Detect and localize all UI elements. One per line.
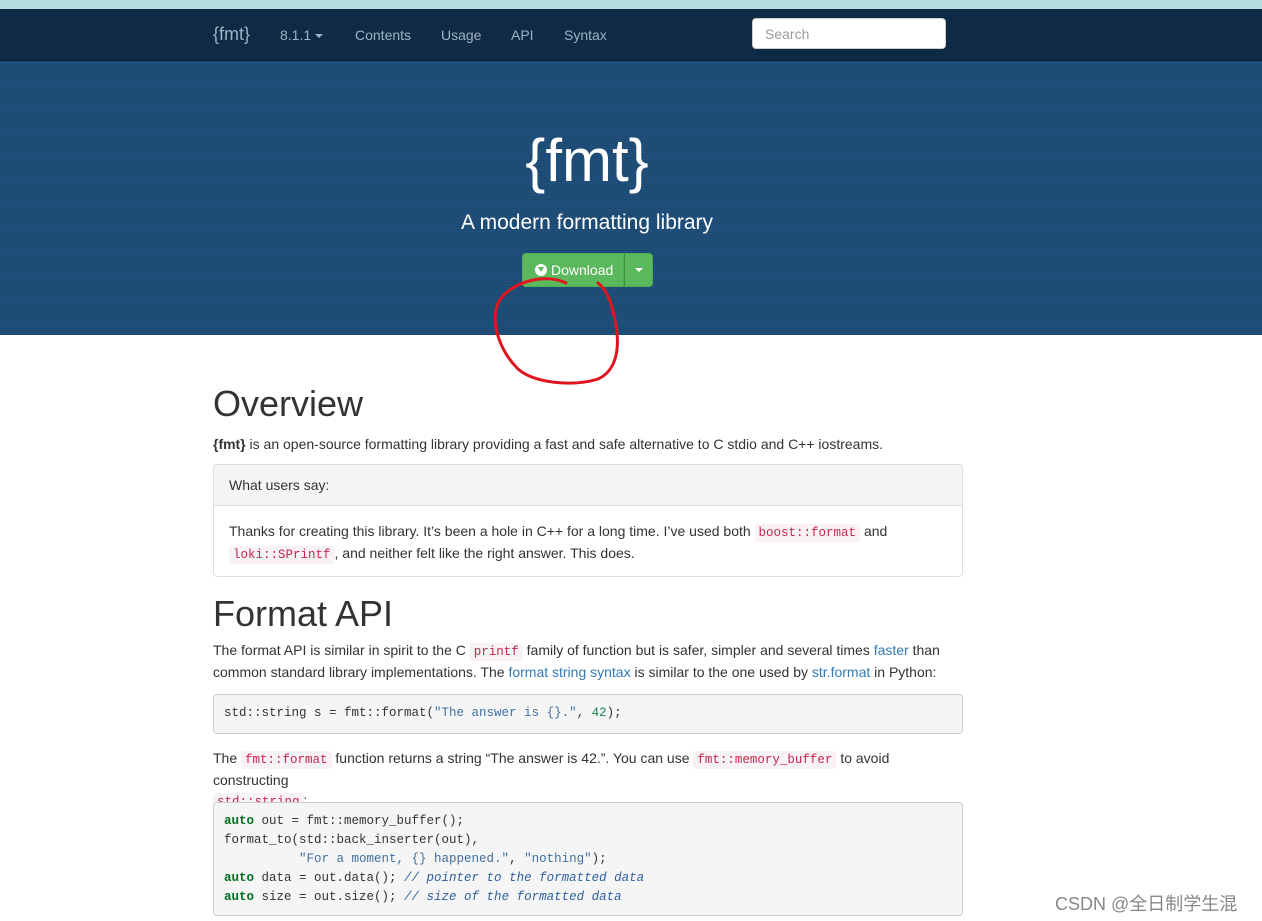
caret-down-icon [315,34,324,39]
code-text: size = out.size(); [254,890,405,904]
inline-code: loki::SPrintf [229,546,335,564]
panel-title: What users say: [214,465,962,506]
text: in Python: [870,664,937,680]
code-keyword: auto [224,814,255,828]
browser-top-strip [0,0,1262,9]
text: is similar to the one used by [630,664,812,680]
format-api-paragraph: The format API is similar in spirit to t… [213,640,963,682]
text: function returns a string “The answer is… [331,750,694,766]
csdn-watermark: CSDN @全日制学生混 [1055,894,1238,914]
overview-lead: {fmt} is an open-source formatting libra… [213,434,963,454]
code-string: "The answer is {}." [434,706,577,720]
code-block-memory-buffer: auto out = fmt::memory_buffer(); format_… [213,802,963,916]
version-dropdown[interactable]: 8.1.1 [280,27,324,43]
hero-subtitle: A modern formatting library [460,211,714,234]
nav-syntax[interactable]: Syntax [564,27,607,43]
testimonial-panel: What users say: Thanks for creating this… [213,464,963,577]
quote-text: and [860,523,888,539]
code-text: std::string s = fmt::format( [224,706,435,720]
format-api-heading: Format API [213,593,394,634]
link-str-format[interactable]: str.format [812,664,870,680]
code-keyword: auto [224,871,255,885]
quote-text: Thanks for creating this library. It’s b… [229,523,755,539]
text: The [213,750,242,766]
link-format-string-syntax[interactable]: format string syntax [508,664,630,680]
overview-heading: Overview [213,383,364,424]
code-text: , [576,706,592,720]
text: family of function but is safer, simpler… [522,642,874,658]
search-input[interactable] [752,18,946,49]
text: common standard library implementations.… [213,664,509,680]
code-text: , [509,852,525,866]
text: The format API is similar in spirit to t… [213,642,470,658]
navbar: {fmt} 8.1.1 Contents Usage API Syntax [0,9,1262,61]
code-text: data = out.data(); [254,871,405,885]
code-block-format: std::string s = fmt::format("The answer … [213,694,963,734]
code-comment: // pointer to the formatted data [404,871,645,885]
brand-link[interactable]: {fmt} [213,24,250,45]
code-keyword: auto [224,890,255,904]
quote-text: , and neither felt like the right answer… [334,545,635,561]
version-label: 8.1.1 [280,27,312,43]
overview-lead-text: is an open-source formatting library pro… [245,436,883,452]
code-string: "For a moment, {} happened." [299,852,510,866]
nav-contents[interactable]: Contents [355,27,411,43]
link-faster[interactable]: faster [874,642,909,658]
nav-api[interactable]: API [511,27,534,43]
hero-banner: {fmt} A modern formatting library Downlo… [0,61,1262,385]
download-dropdown-toggle[interactable] [624,253,653,287]
inline-code: fmt::format [241,751,332,769]
testimonial-quote: Thanks for creating this library. It’s b… [214,506,962,565]
code-number: 42 [591,706,607,720]
code-string: "nothing" [524,852,592,866]
fmt-bold: {fmt} [213,436,246,452]
nav-usage[interactable]: Usage [441,27,481,43]
code-text: format_to(std::back_inserter(out), [224,833,480,847]
inline-code: fmt::memory_buffer [693,751,837,769]
code-text: out = fmt::memory_buffer(); [254,814,465,828]
inline-code: printf [469,643,523,661]
annotation-circle [493,277,619,385]
code-text: ); [606,706,622,720]
hero-title: {fmt} [525,127,649,194]
code-comment: // size of the formatted data [404,890,622,904]
caret-down-icon [635,268,643,272]
code-text: ); [591,852,607,866]
inline-code: boost::format [754,524,861,542]
text: than [908,642,940,658]
